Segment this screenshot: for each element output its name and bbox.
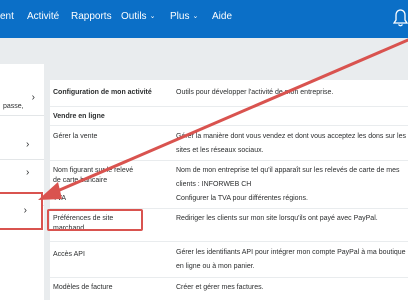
row-label[interactable]: Accès API [53,250,141,260]
nav-item-label: Plus [170,11,190,22]
settings-row-invoice-templates[interactable]: Modèles de facture Créer et gérer mes fa… [50,277,408,300]
nav-item-label: Activité [27,11,60,22]
row-description: Rediriger les clients sur mon site lorsq… [176,215,378,222]
row-description: Gérer la manière dont vous vendez et don… [176,133,406,154]
row-label[interactable]: Modèles de facture [53,283,141,293]
row-label[interactable]: Gérer la vente [53,132,141,142]
settings-row-card-statement-name[interactable]: Nom figurant sur le relevé de carte banc… [50,160,408,193]
annotation-highlight-box [47,209,143,231]
settings-row-manage-sales[interactable]: Gérer la vente Gérer la manière dont vou… [50,125,408,160]
row-description: Gérer les identifiants API pour intégrer… [176,249,406,270]
row-description: Nom de mon entreprise tel qu'il apparaît… [176,167,400,188]
row-description: Créer et gérer mes factures. [176,284,264,291]
sidebar-item[interactable] [0,116,44,160]
row-description: Configurer la TVA pour différentes régio… [176,195,308,202]
section-description: Outils pour développer l'activité de mon… [176,89,334,96]
nav-item-entreprise[interactable]: ent [0,11,14,22]
nav-item-aide[interactable]: Aide [212,11,232,22]
nav-item-outils[interactable]: Outils ⌄ [121,11,155,22]
sidebar-item-label: passe, [3,103,24,110]
section-title: Vendre en ligne [53,113,105,120]
section-title: Configuration de mon activité [53,89,152,96]
settings-sidebar: passe, › [0,64,44,300]
chevron-down-icon: ⌄ [192,13,199,20]
row-label[interactable]: TVA [53,194,141,204]
nav-item-rapports[interactable]: Rapports [71,11,112,22]
chevron-down-icon: ⌄ [149,13,156,20]
chevron-right-icon: › [31,92,35,103]
bell-icon[interactable] [393,7,408,29]
nav-item-label: ent [0,11,14,22]
settings-row-api-access[interactable]: Accès API Gérer les identifiants API pou… [50,241,408,277]
nav-item-label: Outils [121,11,147,22]
settings-row-vat[interactable]: TVA Configurer la TVA pour différentes r… [50,193,408,208]
row-label[interactable]: Nom figurant sur le relevé de carte banc… [53,166,141,186]
nav-item-label: Rapports [71,11,112,22]
chevron-right-icon: › [23,205,27,216]
sidebar-item-business-settings[interactable]: › [0,192,43,230]
nav-item-plus[interactable]: Plus ⌄ [170,11,198,22]
top-navigation-bar: ent Activité Rapports Outils ⌄ Plus ⌄ Aide [0,0,408,38]
nav-item-label: Aide [212,11,233,22]
nav-item-activite[interactable]: Activité [27,11,59,22]
sidebar-item-password[interactable]: passe, › [0,64,44,116]
section-business-config: Configuration de mon activité Outils pou… [50,80,408,106]
